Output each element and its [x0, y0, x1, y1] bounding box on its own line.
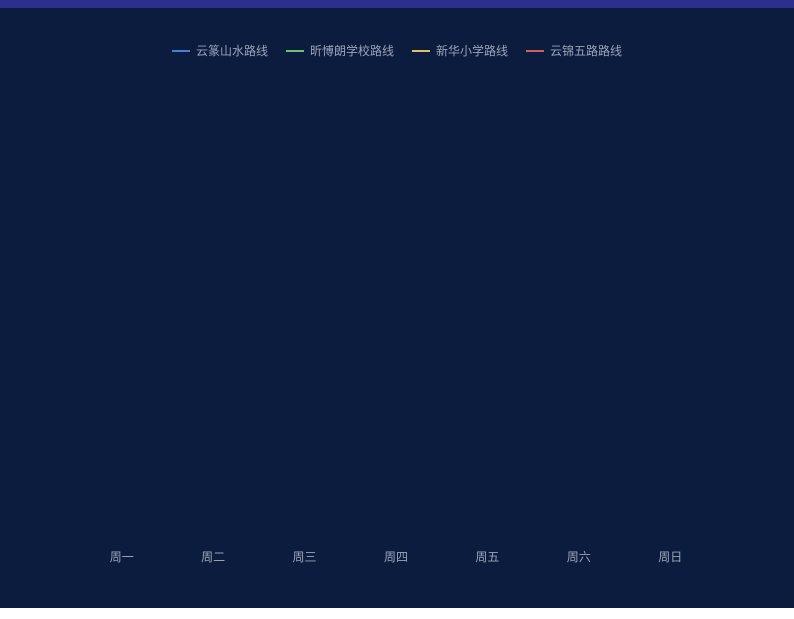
legend-swatch-1	[286, 50, 304, 52]
legend-item-0[interactable]: 云篆山水路线	[172, 42, 268, 59]
plot-area	[76, 80, 716, 537]
chart-legend: 云篆山水路线 昕愽朗学校路线 新华小学路线 云锦五路路线	[0, 42, 794, 59]
legend-label-2: 新华小学路线	[436, 42, 508, 59]
legend-item-3[interactable]: 云锦五路路线	[526, 42, 622, 59]
legend-swatch-2	[412, 50, 430, 52]
legend-item-2[interactable]: 新华小学路线	[412, 42, 508, 59]
top-accent-bar	[0, 0, 794, 8]
x-tick-2: 周三	[259, 548, 350, 565]
legend-swatch-0	[172, 50, 190, 52]
x-tick-3: 周四	[350, 548, 441, 565]
line-series-svg	[76, 80, 716, 537]
page-bottom-whitespace	[0, 608, 794, 619]
x-axis: 周一 周二 周三 周四 周五 周六 周日	[76, 546, 716, 566]
x-tick-4: 周五	[442, 548, 533, 565]
legend-label-0: 云篆山水路线	[196, 42, 268, 59]
legend-item-1[interactable]: 昕愽朗学校路线	[286, 42, 394, 59]
legend-label-3: 云锦五路路线	[550, 42, 622, 59]
legend-swatch-3	[526, 50, 544, 52]
x-tick-5: 周六	[533, 548, 624, 565]
x-tick-6: 周日	[625, 548, 716, 565]
chart-panel: 云篆山水路线 昕愽朗学校路线 新华小学路线 云锦五路路线 周一 周二 周三 周四…	[0, 0, 794, 608]
x-tick-1: 周二	[167, 548, 258, 565]
legend-label-1: 昕愽朗学校路线	[310, 42, 394, 59]
x-tick-0: 周一	[76, 548, 167, 565]
